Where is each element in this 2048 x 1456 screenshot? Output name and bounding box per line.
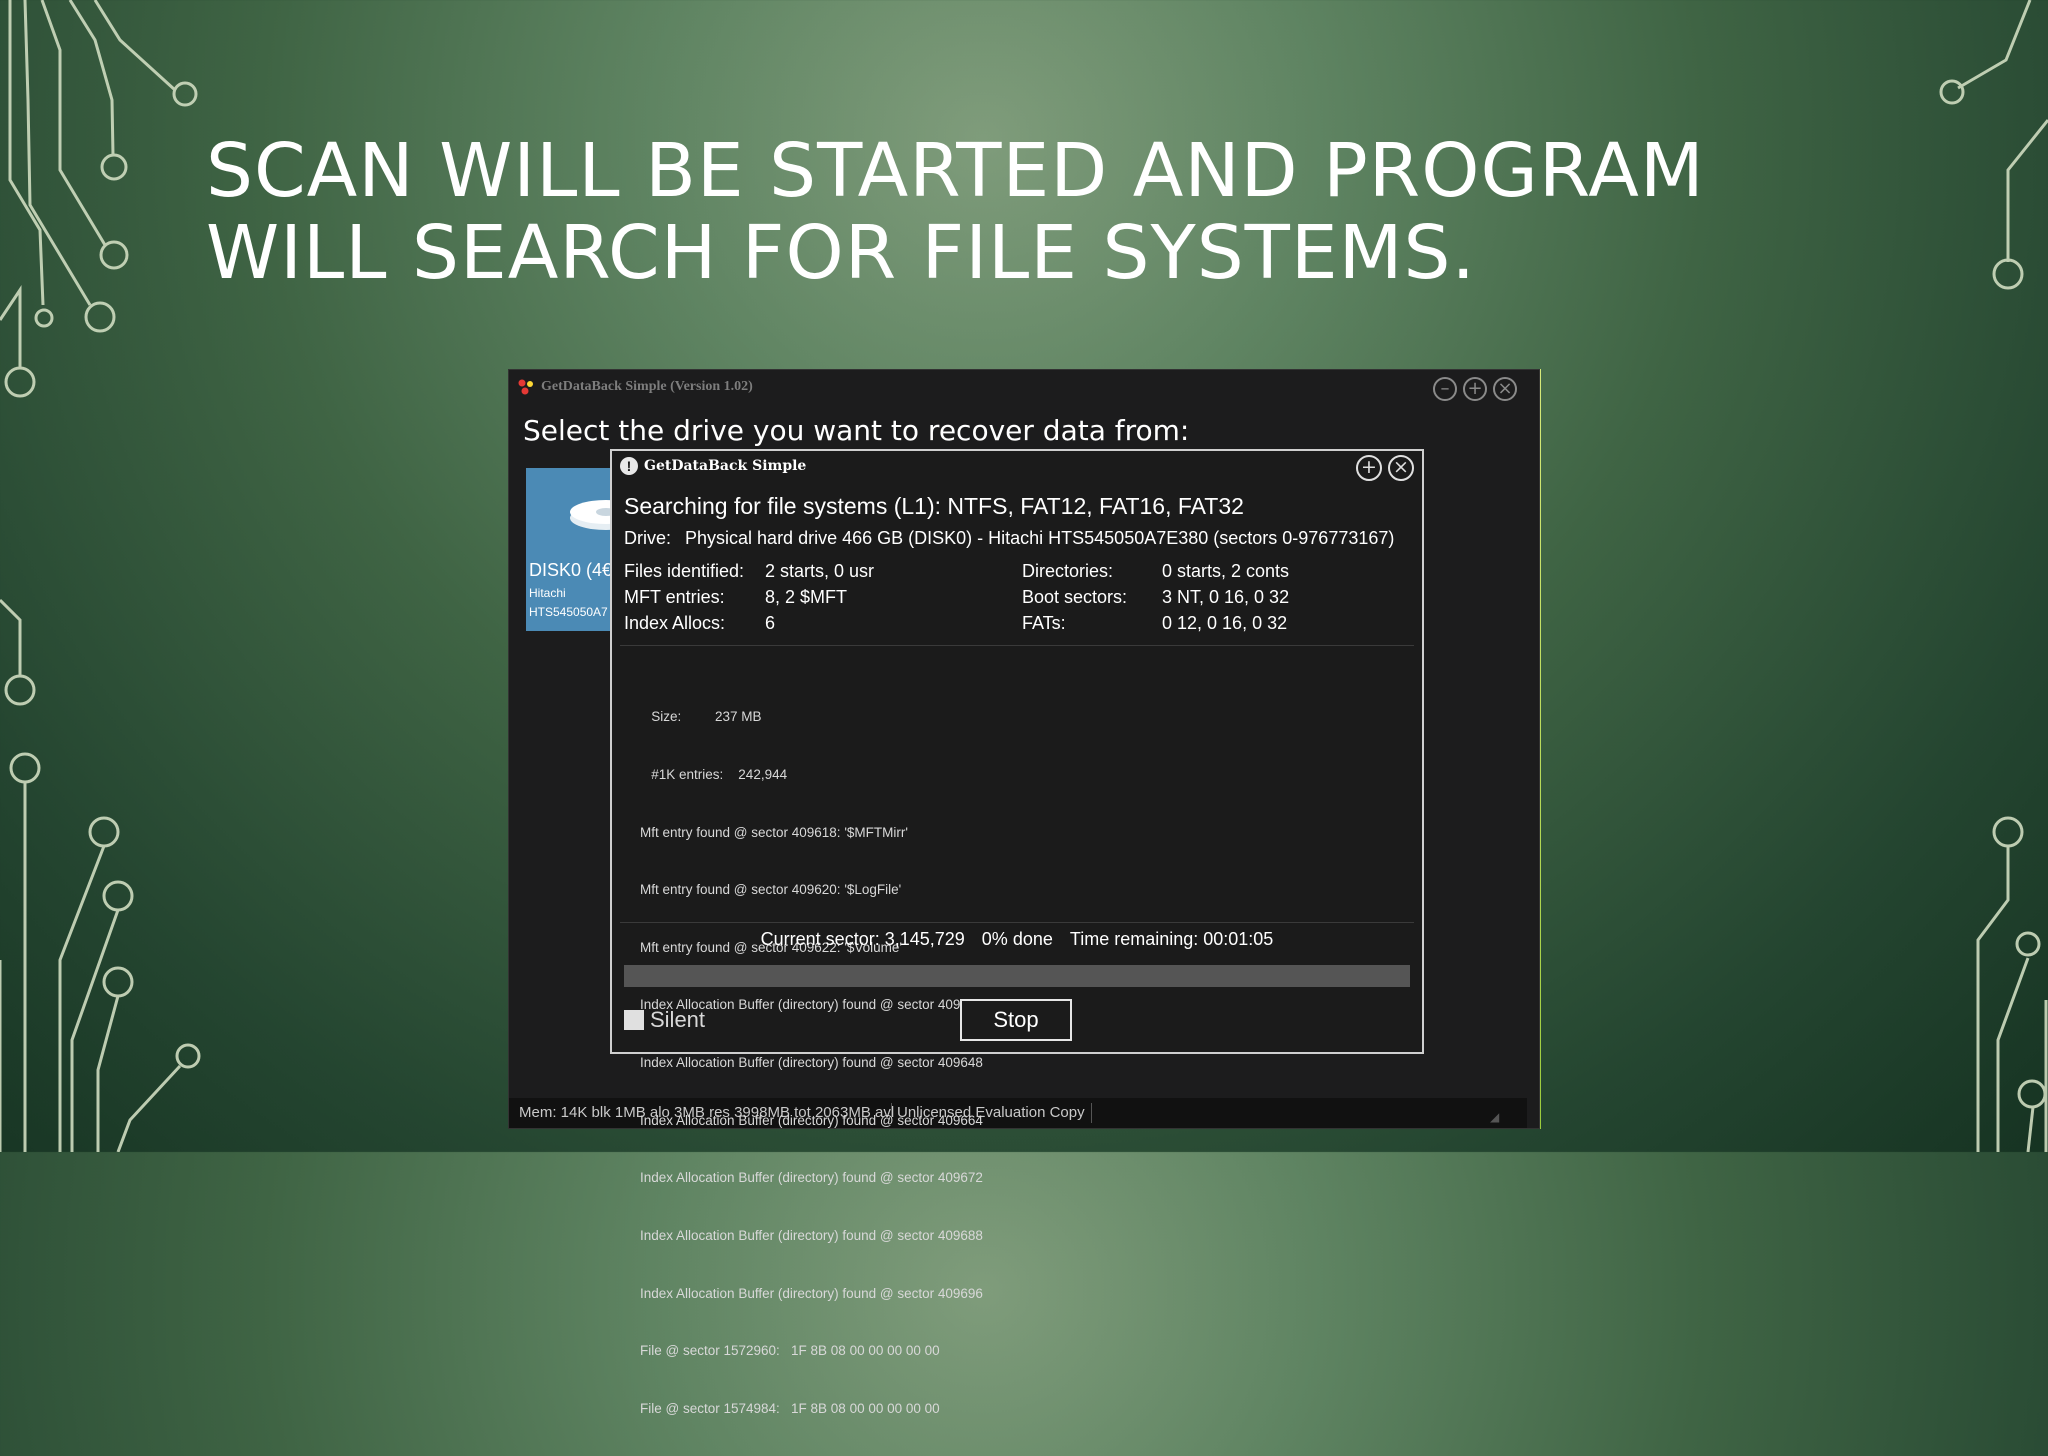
drive-vendor: Hitachi — [529, 586, 566, 600]
log-line: File @ sector 1572960: 1F 8B 08 00 00 00… — [640, 1343, 940, 1359]
status-separator — [1091, 1103, 1092, 1123]
time-remaining: Time remaining: 00:01:05 — [1069, 929, 1274, 949]
slide-title: SCAN WILL BE STARTED AND PROGRAM WILL SE… — [206, 130, 1766, 294]
dialog-titlebar: ! GetDataBack Simple + × — [612, 451, 1422, 481]
silent-checkbox[interactable]: Silent — [624, 1007, 705, 1033]
page-heading: Select the drive you want to recover dat… — [523, 414, 1190, 447]
maximize-icon[interactable]: + — [1463, 377, 1487, 401]
drive-model: HTS545050A7 — [529, 605, 608, 619]
log-line: Index Allocation Buffer (directory) foun… — [640, 1170, 983, 1186]
drive-value: Physical hard drive 466 GB (DISK0) - Hit… — [685, 528, 1395, 548]
fats-value: 0 12, 0 16, 0 32 — [1162, 613, 1288, 633]
info-icon: ! — [620, 457, 638, 475]
directories-value: 0 starts, 2 conts — [1162, 561, 1290, 581]
search-status: Searching for file systems (L1): NTFS, F… — [624, 493, 1244, 519]
log-line: #1K entries: 242,944 — [640, 767, 788, 783]
dialog-controls: + × — [1356, 455, 1414, 481]
progress-text: Current sector: 3,145,729 0% done Time r… — [612, 929, 1422, 950]
percent-done: 0% done — [981, 929, 1053, 949]
log-line: Mft entry found @ sector 409618: '$MFTMi… — [640, 824, 908, 840]
current-sector: Current sector: 3,145,729 — [760, 929, 965, 949]
app-titlebar: GetDataBack Simple (Version 1.02) – + × — [509, 370, 1525, 401]
progress-bar — [624, 965, 1410, 987]
log-line: File @ sector 1574984: 1F 8B 08 00 00 00… — [640, 1400, 940, 1416]
stop-button[interactable]: Stop — [960, 999, 1072, 1041]
slide-title-line-1: SCAN WILL BE STARTED AND PROGRAM — [206, 128, 1705, 214]
app-logo-icon — [518, 379, 533, 395]
files-identified-label: Files identified: — [624, 561, 745, 581]
app-title: GetDataBack Simple (Version 1.02) — [541, 379, 753, 394]
circuit-decoration-left — [0, 0, 201, 1152]
scan-dialog: ! GetDataBack Simple + × Searching for f… — [610, 449, 1424, 1416]
index-allocs-label: Index Allocs: — [624, 613, 726, 633]
files-identified-value: 2 starts, 0 usr — [765, 561, 875, 581]
log-line: Index Allocation Buffer (directory) foun… — [640, 1112, 983, 1128]
close-icon[interactable]: × — [1493, 377, 1517, 401]
log-line: Mft entry found @ sector 409620: '$LogFi… — [640, 882, 902, 898]
window-controls: – + × — [1433, 377, 1517, 401]
log-line: Index Allocation Buffer (directory) foun… — [640, 1227, 983, 1243]
checkbox-box[interactable] — [624, 1010, 644, 1030]
minimize-icon[interactable]: – — [1433, 377, 1457, 401]
close-icon[interactable]: × — [1388, 455, 1414, 481]
resize-grip-icon[interactable]: ◢ — [1490, 1110, 1499, 1124]
mft-entries-value: 8, 2 $MFT — [765, 587, 848, 607]
silent-label: Silent — [650, 1007, 706, 1032]
drive-info: Drive: Physical hard drive 466 GB (DISK0)… — [624, 528, 1394, 549]
divider — [620, 922, 1414, 923]
fats-label: FATs: — [1022, 613, 1066, 633]
drive-name: DISK0 (4€ — [529, 560, 613, 580]
index-allocs-value: 6 — [765, 613, 776, 633]
log-line: Index Allocation Buffer (directory) foun… — [640, 1285, 983, 1301]
maximize-icon[interactable]: + — [1356, 455, 1382, 481]
scan-log: Size: 237 MB #1K entries: 242,944 Mft en… — [640, 669, 983, 1456]
divider — [620, 645, 1414, 646]
directories-label: Directories: — [1022, 561, 1114, 581]
dialog-title: GetDataBack Simple — [644, 458, 807, 474]
boot-sectors-label: Boot sectors: — [1022, 587, 1128, 607]
boot-sectors-value: 3 NT, 0 16, 0 32 — [1162, 587, 1290, 607]
mft-entries-label: MFT entries: — [624, 587, 725, 607]
log-line: Size: 237 MB — [640, 709, 762, 725]
log-line: Index Allocation Buffer (directory) foun… — [640, 1055, 983, 1071]
slide-title-line-2: WILL SEARCH FOR FILE SYSTEMS. — [206, 210, 1476, 296]
circuit-decoration-right — [1939, 0, 2048, 1152]
drive-label: Drive: — [624, 528, 672, 548]
